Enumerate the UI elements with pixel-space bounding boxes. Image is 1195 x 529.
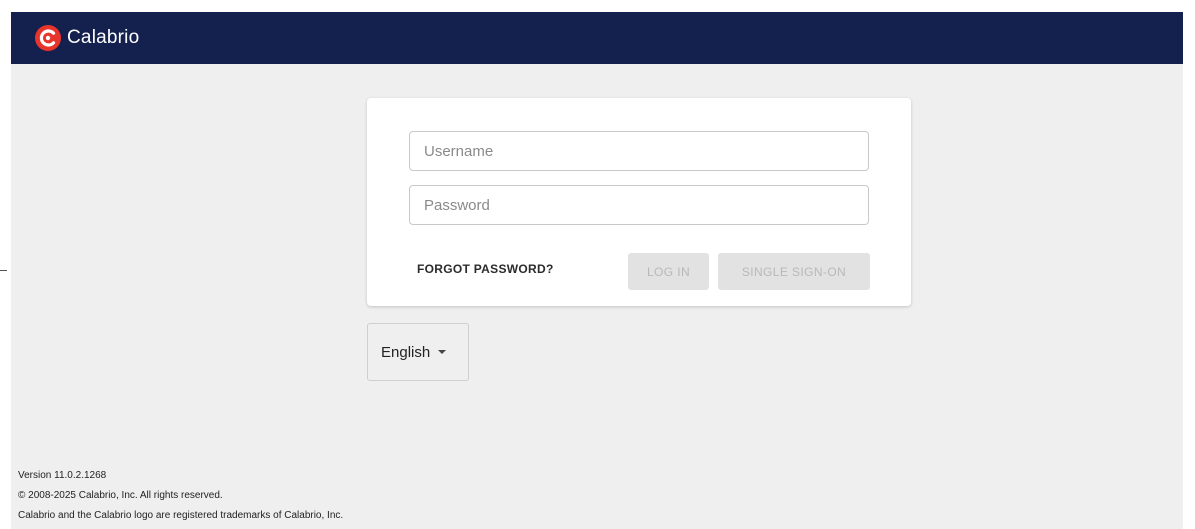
copyright-text: © 2008-2025 Calabrio, Inc. All rights re… xyxy=(18,490,223,501)
version-text: Version 11.0.2.1268 xyxy=(18,470,107,481)
calabrio-logo-icon xyxy=(35,25,61,51)
app-window: Calabrio FORGOT PASSWORD? LOG IN SINGLE … xyxy=(11,12,1183,529)
username-input[interactable] xyxy=(409,131,869,171)
brand: Calabrio xyxy=(35,25,139,51)
footer: Version 11.0.2.1268 © 2008-2025 Calabrio… xyxy=(18,466,343,526)
login-button[interactable]: LOG IN xyxy=(628,253,709,290)
edge-mark xyxy=(0,270,7,271)
forgot-password-link[interactable]: FORGOT PASSWORD? xyxy=(417,262,554,276)
language-selected-label: English xyxy=(381,343,431,361)
language-select[interactable]: English xyxy=(367,323,469,381)
caret-down-icon xyxy=(438,350,447,354)
top-bar: Calabrio xyxy=(11,12,1183,64)
trademark-text: Calabrio and the Calabrio logo are regis… xyxy=(18,510,344,521)
single-sign-on-button[interactable]: SINGLE SIGN-ON xyxy=(718,253,870,290)
brand-name: Calabrio xyxy=(67,27,140,48)
login-card: FORGOT PASSWORD? LOG IN SINGLE SIGN-ON xyxy=(367,98,911,306)
password-input[interactable] xyxy=(409,185,869,225)
